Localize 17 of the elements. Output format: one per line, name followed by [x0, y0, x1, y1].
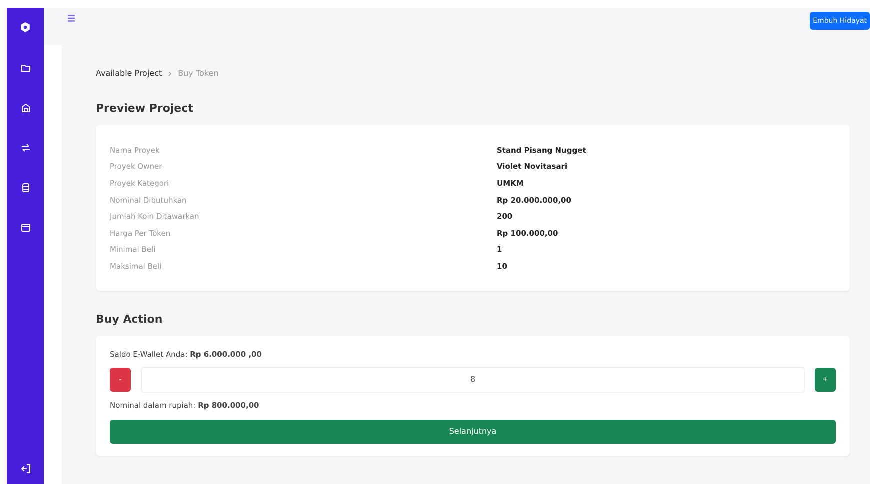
- section-title: Preview Project: [96, 102, 194, 115]
- transfer-icon[interactable]: [20, 143, 30, 153]
- logo-icon: [20, 22, 31, 33]
- section-title: Buy Action: [96, 312, 164, 326]
- building-icon[interactable]: [20, 103, 30, 113]
- chevron-icon: [168, 70, 172, 76]
- quantity-field[interactable]: 8: [141, 366, 805, 393]
- window-icon[interactable]: [20, 223, 30, 233]
- next-button[interactable]: Selanjutnya: [110, 420, 836, 444]
- database-icon[interactable]: [20, 183, 30, 193]
- menu-icon[interactable]: [67, 14, 76, 23]
- increase-button[interactable]: +: [815, 368, 836, 392]
- breadcrumb-item: Buy Token: [178, 69, 219, 78]
- folder-icon[interactable]: [20, 63, 30, 73]
- decrease-button[interactable]: -: [110, 368, 131, 392]
- breadcrumb-item[interactable]: Available Project: [96, 69, 162, 78]
- logout-icon[interactable]: [20, 464, 30, 474]
